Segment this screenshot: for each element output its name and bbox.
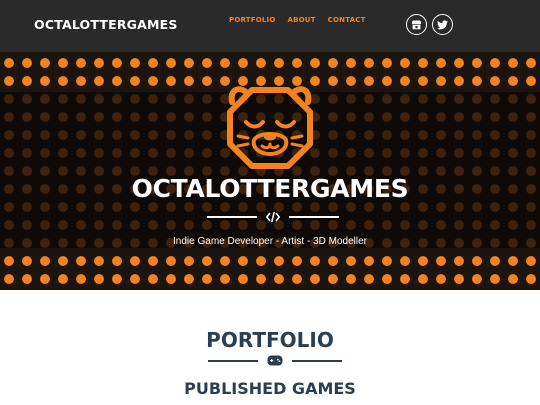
navbar: OCTALOTTERGAMES PORTFOLIO ABOUT CONTACT: [0, 0, 540, 52]
code-icon: [266, 211, 280, 223]
nav-links: PORTFOLIO ABOUT CONTACT: [229, 16, 366, 24]
gamepad-icon: [267, 355, 283, 366]
twitter-link[interactable]: [432, 14, 453, 35]
divider-line-left: [207, 216, 257, 218]
hero-title: OCTALOTTERGAMES: [131, 174, 409, 203]
itchio-icon: [412, 20, 421, 29]
portfolio-title: PORTFOLIO: [206, 328, 334, 352]
brand-link[interactable]: OCTALOTTERGAMES: [34, 17, 178, 32]
hero-subtitle: Indie Game Developer - Artist - 3D Model…: [173, 236, 367, 247]
nav-link-about[interactable]: ABOUT: [287, 16, 315, 24]
twitter-icon: [437, 19, 448, 29]
divider-line-left: [208, 359, 258, 362]
published-games-title: PUBLISHED GAMES: [184, 379, 356, 398]
hero-divider: [207, 211, 339, 223]
portfolio-divider: [208, 355, 342, 366]
masthead: OCTALOTTERGAMES Indie Game Developer - A…: [0, 52, 540, 290]
nav-link-contact[interactable]: CONTACT: [328, 16, 366, 24]
divider-line-right: [292, 359, 342, 362]
octalotter-logo-icon: [227, 86, 313, 169]
divider-line-right: [289, 216, 339, 218]
itchio-link[interactable]: [406, 14, 427, 35]
nav-link-portfolio[interactable]: PORTFOLIO: [229, 16, 275, 24]
